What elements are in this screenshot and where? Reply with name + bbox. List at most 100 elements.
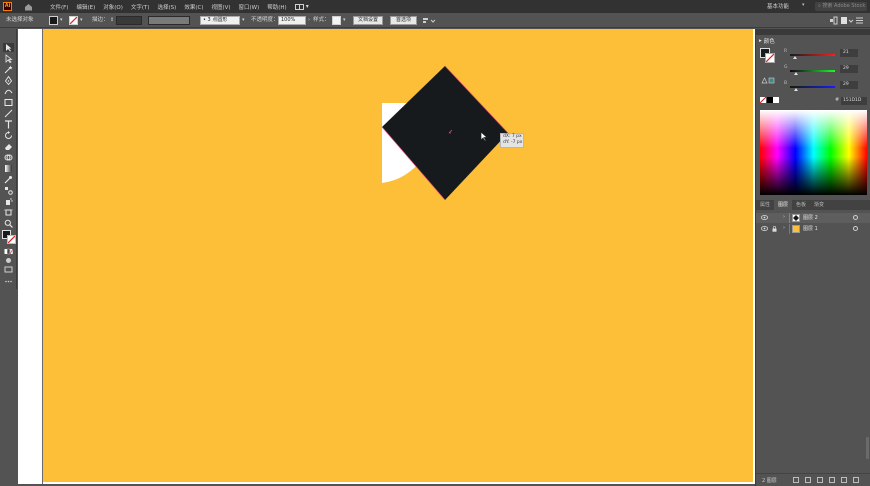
chevron-right-icon[interactable]: › [308, 16, 310, 25]
shape-builder-tool-icon[interactable] [3, 153, 14, 162]
lock-icon[interactable] [772, 226, 777, 232]
workspace-switcher[interactable]: 基本功能 [767, 2, 789, 10]
green-value-field[interactable]: 29 [840, 65, 858, 73]
chevron-down-icon[interactable]: ▾ [343, 16, 346, 25]
color-spectrum[interactable] [760, 110, 867, 195]
layer-row[interactable]: › 图层 2 [756, 213, 870, 223]
fill-stroke-indicator[interactable] [2, 230, 16, 244]
chevron-down-icon[interactable]: ▾ [60, 16, 63, 25]
new-layer-icon[interactable] [829, 477, 835, 483]
eyedropper-tool-icon[interactable] [3, 175, 14, 184]
white-swatch[interactable] [773, 97, 779, 103]
menu-select[interactable]: 选择(S) [154, 3, 181, 11]
menu-file[interactable]: 文件(F) [46, 3, 72, 11]
preferences-button[interactable]: 首选项 [390, 16, 417, 25]
menu-type[interactable]: 文字(T) [127, 3, 154, 11]
eraser-tool-icon[interactable] [3, 142, 14, 151]
layer-name[interactable]: 图层 2 [803, 214, 818, 222]
trash-icon[interactable] [853, 477, 859, 483]
stroke-weight-field[interactable] [116, 16, 142, 25]
home-icon[interactable] [18, 0, 38, 13]
panel-scrollbar[interactable] [866, 437, 869, 459]
opacity-label: 不透明度： [251, 17, 279, 23]
eye-icon[interactable] [761, 215, 768, 220]
layer-target-icon[interactable] [853, 215, 858, 220]
gamut-warning-icons[interactable] [760, 76, 776, 85]
type-tool-icon[interactable] [3, 120, 14, 129]
direct-selection-tool-icon[interactable] [3, 54, 14, 63]
expand-arrow-icon[interactable]: › [783, 225, 785, 231]
menu-view[interactable]: 视图(V) [207, 3, 234, 11]
menu-effect[interactable]: 效果(C) [180, 3, 207, 11]
arrange-documents-button[interactable]: ▾ [294, 3, 309, 10]
gradient-tool-icon[interactable] [3, 164, 14, 173]
document-setup-button[interactable]: 文档设置 [353, 16, 383, 25]
green-slider[interactable]: G 29 [784, 65, 870, 77]
red-thumb[interactable] [793, 56, 797, 59]
graphic-style-swatch[interactable] [332, 16, 341, 25]
menu-edit[interactable]: 编辑(E) [72, 3, 99, 11]
eye-icon[interactable] [761, 226, 768, 231]
blue-slider[interactable]: B 29 [784, 81, 870, 93]
menu-object[interactable]: 对象(O) [99, 3, 127, 11]
rotated-dark-square[interactable] [382, 66, 508, 200]
clipping-mask-icon[interactable] [805, 477, 811, 483]
red-channel-label: R [784, 49, 788, 54]
stroke-color-box[interactable] [7, 235, 16, 244]
align-options-button[interactable] [422, 16, 436, 25]
hex-value-field[interactable]: 151D1D [841, 97, 867, 105]
screen-mode-icon[interactable] [3, 265, 14, 274]
artboard-tool-icon[interactable] [3, 208, 14, 217]
color-tab-label: 颜色 [763, 38, 775, 45]
chevron-down-icon[interactable]: ▾ [80, 16, 83, 25]
new-layer-alt-icon[interactable] [841, 477, 847, 483]
fill-swatch[interactable] [49, 16, 58, 25]
tab-swatches[interactable]: 色板 [792, 200, 810, 210]
draw-mode-icon[interactable] [3, 256, 14, 265]
red-value-field[interactable]: 21 [840, 49, 858, 57]
tab-gradient[interactable]: 渐变 [810, 200, 828, 210]
color-mode-icon[interactable] [3, 247, 14, 256]
blend-tool-icon[interactable] [3, 186, 14, 195]
opacity-field[interactable]: 100% [278, 16, 306, 25]
layer-color-bar [789, 213, 790, 223]
stepper-icon[interactable]: ⇕ [110, 16, 114, 25]
symbol-sprayer-tool-icon[interactable] [3, 197, 14, 206]
blue-value-field[interactable]: 29 [840, 81, 858, 89]
green-thumb[interactable] [794, 72, 798, 75]
blue-thumb[interactable] [794, 88, 798, 91]
color-panel-fill-stroke[interactable] [760, 48, 776, 64]
layer-row[interactable]: › 图层 1 [756, 224, 870, 234]
brush-definition-dropdown[interactable]: • 3 点圆形 [200, 16, 240, 25]
menu-window[interactable]: 窗口(W) [235, 3, 264, 11]
menu-help[interactable]: 帮助(H) [263, 3, 290, 11]
more-tools-icon[interactable] [3, 277, 14, 286]
red-slider[interactable]: R 21 [784, 49, 870, 61]
tab-properties[interactable]: 属性 [756, 200, 774, 210]
expand-arrow-icon[interactable]: › [783, 214, 785, 220]
locate-object-icon[interactable] [793, 477, 799, 483]
panel-collapse-strip[interactable] [756, 29, 870, 35]
layer-name[interactable]: 图层 1 [803, 225, 818, 233]
stock-search-input[interactable]: ⌕ 搜索 Adobe Stock [815, 2, 867, 11]
align-icon [423, 18, 436, 23]
new-sublayer-icon[interactable] [817, 477, 823, 483]
curvature-tool-icon[interactable] [3, 87, 14, 96]
zoom-tool-icon[interactable] [3, 219, 14, 228]
pen-tool-icon[interactable] [3, 76, 14, 85]
magic-wand-tool-icon[interactable] [3, 65, 14, 74]
rectangle-tool-icon[interactable] [3, 98, 14, 107]
selection-tool-icon[interactable] [3, 43, 14, 52]
panel-menu-button[interactable] [840, 16, 865, 25]
color-panel-tab[interactable]: ▸ 颜色 [759, 36, 781, 45]
tab-layers[interactable]: 图层 [774, 200, 793, 210]
none-swatch[interactable] [759, 96, 767, 104]
chevron-down-icon[interactable]: ▾ [242, 16, 245, 25]
layer-target-icon[interactable] [853, 226, 858, 231]
panel-stroke-box[interactable] [765, 53, 775, 63]
variable-width-profile[interactable] [148, 16, 190, 25]
line-segment-tool-icon[interactable] [3, 109, 14, 118]
arrange-icon[interactable] [829, 16, 838, 25]
stroke-swatch[interactable] [69, 16, 78, 25]
rotate-tool-icon[interactable] [3, 131, 14, 140]
